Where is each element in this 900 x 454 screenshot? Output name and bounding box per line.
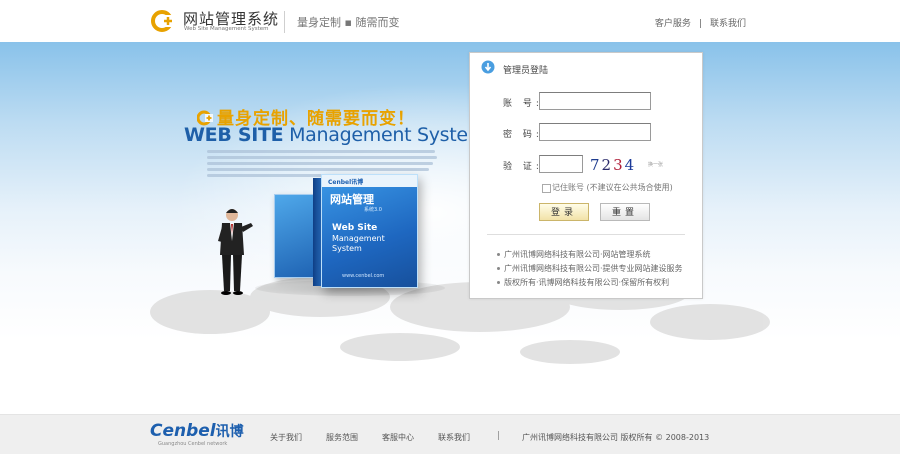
businessman-illustration <box>218 209 253 295</box>
password-label: 密 码: <box>503 130 543 140</box>
notice-item: 广州讯博网络科技有限公司·提供专业网站建设服务 <box>504 264 683 273</box>
captcha-char: 3 <box>613 156 625 174</box>
product-box: Cenbel讯博 网站管理 系统3.0 Web Site Management … <box>321 174 418 288</box>
decorative-text-line <box>207 156 437 159</box>
captcha-input[interactable] <box>539 155 583 173</box>
footer-logo-cn: 讯博 <box>215 424 244 440</box>
arrow-down-circle-icon <box>481 60 495 74</box>
copyright-text: 广州讯博网络科技有限公司 版权所有 © 2008-2013 <box>522 433 710 442</box>
captcha-char: 7 <box>590 156 602 174</box>
hero-banner: 量身定制、随需要而变！ WEB SITE Management System C… <box>0 42 900 414</box>
panel-divider <box>487 234 685 235</box>
footer-link-services[interactable]: 服务范围 <box>326 432 358 443</box>
captcha-refresh-link[interactable]: 换一张 <box>648 161 663 168</box>
top-links-separator: | <box>698 19 702 29</box>
contact-us-link[interactable]: 联系我们 <box>710 19 746 29</box>
reset-button[interactable]: 重置 <box>600 203 650 221</box>
account-input[interactable] <box>539 92 651 110</box>
account-label: 账 号: <box>503 99 543 109</box>
product-box-version: 系统3.0 <box>364 207 382 213</box>
footer-link-about[interactable]: 关于我们 <box>270 432 302 443</box>
product-box-cn-title: 网站管理 <box>330 193 374 206</box>
hero-subtitle-bold: WEB SITE <box>184 124 284 146</box>
notice-bullet <box>497 281 500 284</box>
header-slogan: 量身定制 ▪ 随需而变 <box>297 16 400 29</box>
remember-label: 记住账号 (不建议在公共场合使用) <box>552 183 673 192</box>
product-box-en-line: Web Site <box>332 223 378 233</box>
product-box-en-line: System <box>332 244 362 253</box>
captcha-char: 2 <box>601 156 614 174</box>
login-panel-title: 管理员登陆 <box>503 66 549 76</box>
footer-logo-en: Cenbel <box>150 421 216 441</box>
remember-checkbox[interactable] <box>542 184 551 193</box>
notice-bullet <box>497 253 500 256</box>
login-panel: 管理员登陆 账 号: 密 码: 验 证: 7234 换一张 记住账号 (不建议在… <box>469 52 703 299</box>
top-links: 客户服务 | 联系我们 <box>651 16 750 29</box>
footer-link-support[interactable]: 客服中心 <box>382 432 414 443</box>
customer-service-link[interactable]: 客户服务 <box>655 19 691 29</box>
captcha-label: 验 证: <box>503 162 543 172</box>
decorative-text-line <box>207 150 435 153</box>
notice-bullet <box>497 267 500 270</box>
decorative-text-line <box>207 168 429 171</box>
footer-logo-subtitle: Guangzhou Cenbel network <box>158 441 228 447</box>
notice-item: 版权所有·讯博网络科技有限公司·保留所有权利 <box>504 278 670 287</box>
notice-item: 广州讯博网络科技有限公司·网站管理系统 <box>504 250 651 259</box>
logo-subtitle: Web Site Management System <box>184 26 269 32</box>
login-button[interactable]: 登录 <box>539 203 589 221</box>
footer-link-contact[interactable]: 联系我们 <box>438 432 470 443</box>
decorative-text-line <box>207 162 433 165</box>
hero-subtitle: WEB SITE Management System <box>184 124 486 146</box>
top-header: 网站管理系统 Web Site Management System 量身定制 ▪… <box>0 0 900 42</box>
footer: Cenbel讯博 Guangzhou Cenbel network 关于我们 服… <box>0 414 900 454</box>
footer-separator: | <box>497 431 501 441</box>
product-box-en-line: Management <box>332 234 385 243</box>
captcha-char: 4 <box>624 156 637 174</box>
header-divider <box>284 11 285 33</box>
hero-subtitle-thin: Management System <box>283 124 487 146</box>
footer-logo: Cenbel讯博 <box>150 421 244 441</box>
password-input[interactable] <box>539 123 651 141</box>
login-panel-header: 管理员登陆 <box>470 53 702 83</box>
product-box-brand: Cenbel讯博 <box>328 179 364 186</box>
product-box-url: www.cenbel.com <box>342 273 385 279</box>
captcha-image[interactable]: 7234 <box>590 156 650 176</box>
logo-icon <box>151 10 175 32</box>
